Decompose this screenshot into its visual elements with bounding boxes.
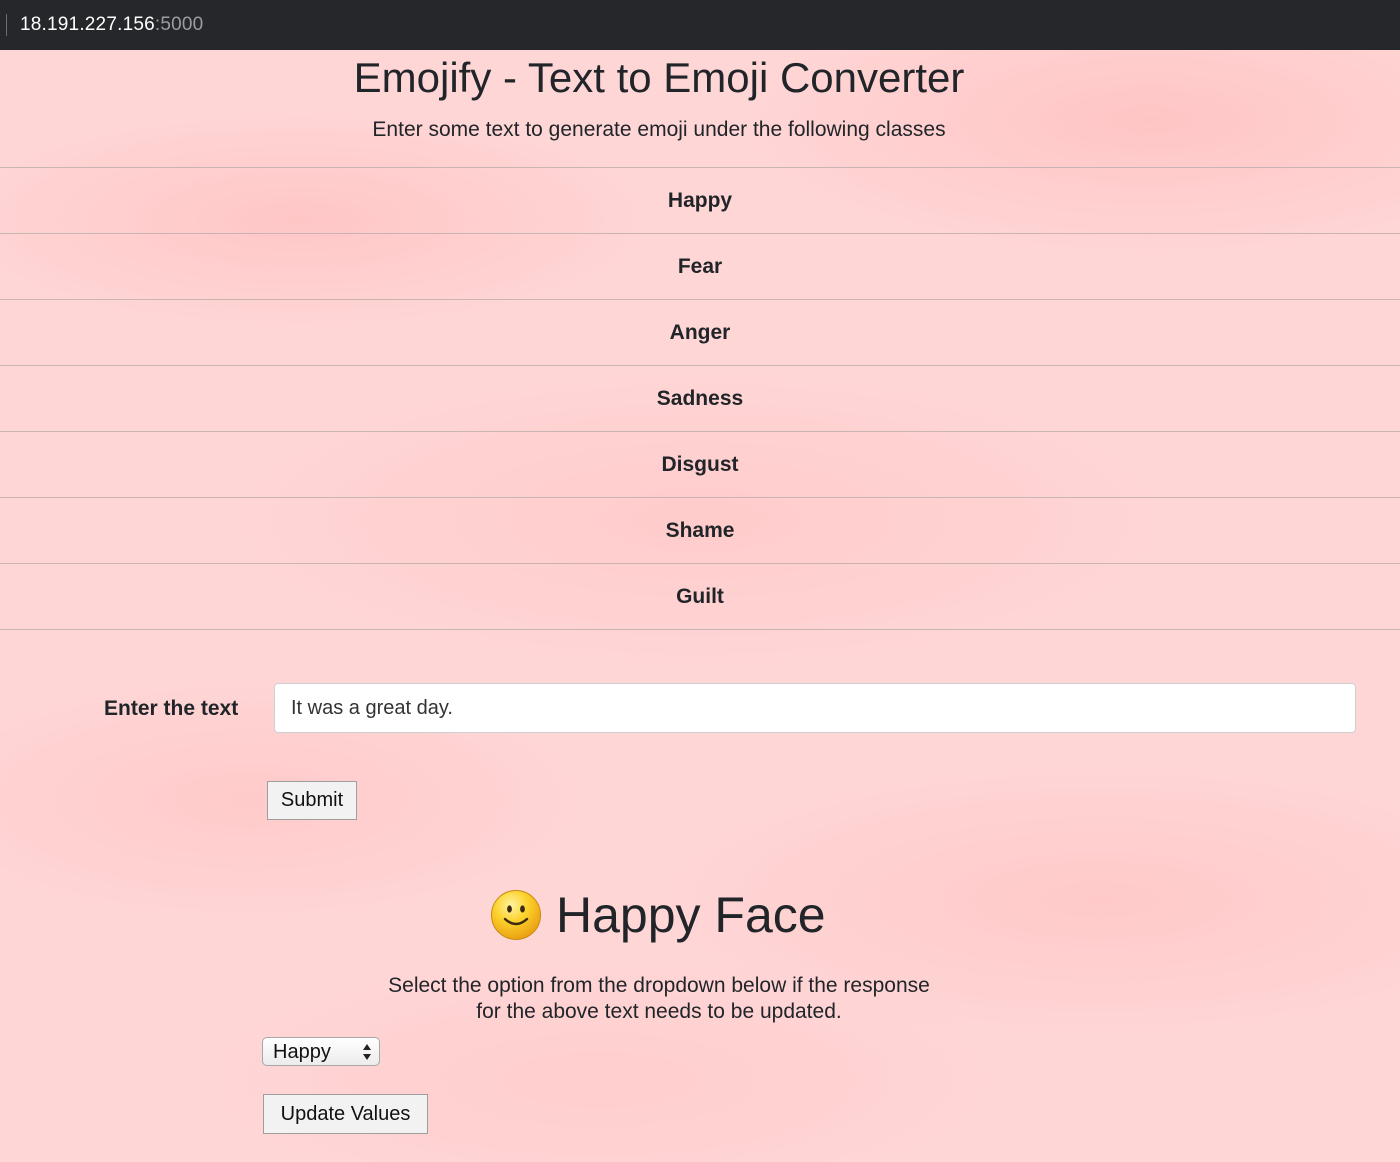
class-label: Shame — [665, 518, 735, 542]
class-label: Guilt — [676, 584, 724, 608]
url-host: 18.191.227.156 — [20, 14, 155, 35]
text-input-label: Enter the text — [104, 697, 239, 720]
page-subtitle: Enter some text to generate emoji under … — [372, 118, 946, 141]
result-title: Happy Face — [556, 887, 826, 943]
update-instructions: Select the option from the dropdown belo… — [0, 973, 1318, 1025]
url-field[interactable]: 18.191.227.156:5000 — [20, 12, 203, 38]
emotion-dropdown[interactable]: Happy — [263, 1038, 379, 1065]
emotion-dropdown-wrapper[interactable]: Happy — [262, 1037, 380, 1066]
emotion-classes-table: Happy Fear Anger Sadness Disgust Shame G… — [0, 167, 1400, 630]
instruction-line-1: Select the option from the dropdown belo… — [388, 974, 930, 997]
class-label: Sadness — [656, 386, 744, 410]
class-row-guilt: Guilt — [0, 564, 1400, 630]
text-cursor — [6, 14, 7, 36]
class-row-shame: Shame — [0, 498, 1400, 564]
class-row-fear: Fear — [0, 234, 1400, 300]
class-label: Anger — [669, 320, 731, 344]
class-row-anger: Anger — [0, 300, 1400, 366]
smiley-face-icon — [491, 890, 541, 940]
instruction-line-2: for the above text needs to be updated. — [476, 1000, 842, 1023]
page-title: Emojify - Text to Emoji Converter — [353, 54, 965, 101]
submit-button[interactable]: Submit — [267, 781, 357, 820]
class-label: Disgust — [661, 452, 739, 476]
result-heading: Happy Face — [490, 880, 826, 950]
text-input[interactable] — [274, 683, 1356, 733]
class-row-disgust: Disgust — [0, 432, 1400, 498]
url-port: :5000 — [154, 14, 204, 35]
update-values-button[interactable]: Update Values — [263, 1094, 428, 1134]
class-label: Happy — [667, 188, 733, 212]
class-row-sadness: Sadness — [0, 366, 1400, 432]
class-row-happy: Happy — [0, 168, 1400, 234]
browser-address-bar: 18.191.227.156:5000 — [0, 0, 1400, 50]
class-label: Fear — [677, 254, 723, 278]
